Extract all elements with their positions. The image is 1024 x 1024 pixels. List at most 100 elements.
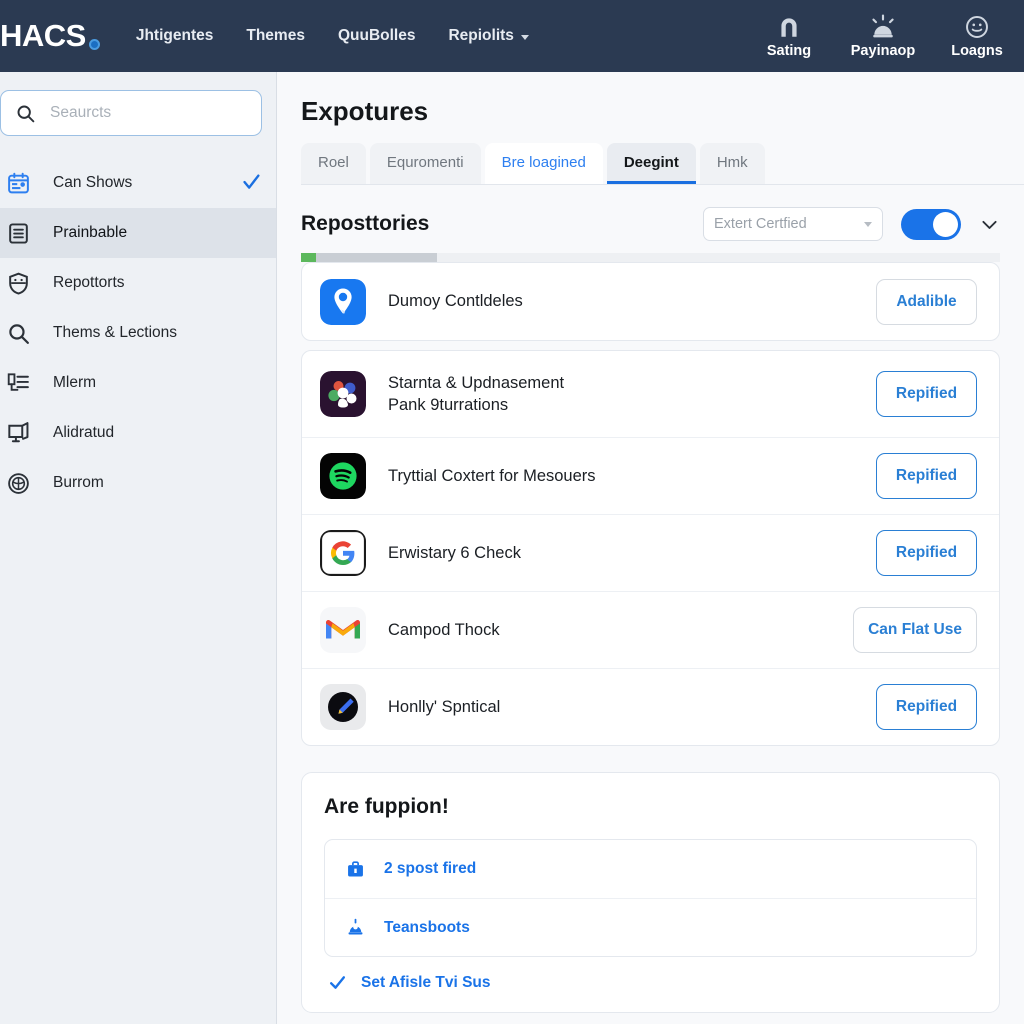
repository-action-button[interactable]: Can Flat Use	[853, 607, 977, 653]
toggle-knob	[933, 211, 958, 237]
sidebar-item-label: Prainbable	[53, 224, 128, 241]
repository-action-button[interactable]: Repified	[876, 530, 977, 576]
sidebar-item-label: Mlerm	[53, 374, 97, 391]
repository-row[interactable]: Erwistary 6 Check Repified	[302, 514, 999, 591]
bottom-panel-footer-label: Set Afisle Tvi Sus	[361, 973, 491, 991]
check-icon	[240, 172, 262, 194]
nav-link-label: Jhtigentes	[135, 27, 214, 44]
nav-link-label: Repiolits	[448, 27, 514, 44]
section-header: Reposttories Extert Certfied	[301, 207, 1024, 241]
sidebar-item-prainbable[interactable]: Prainbable	[0, 208, 276, 258]
tab-bre-loagined[interactable]: Bre loagined	[484, 143, 603, 184]
repository-row[interactable]: Dumoy Contldeles Adalible	[302, 263, 999, 340]
list-indent-icon	[4, 369, 32, 397]
repository-action-button[interactable]: Repified	[876, 684, 977, 730]
sidebar-search[interactable]	[0, 90, 262, 136]
sidebar-menu: Can Shows Prainbable Repottorts Thems & …	[0, 158, 276, 508]
bottom-panel: Are fuppion! 2 spost fired Teansboots Se…	[301, 772, 1000, 1013]
repository-row[interactable]: Honlly' Spntical Repified	[302, 668, 999, 745]
tab-deegint[interactable]: Deegint	[606, 143, 696, 184]
tab-hmk[interactable]: Hmk	[699, 143, 765, 184]
sidebar-item-alidratud[interactable]: Alidratud	[0, 408, 276, 458]
repository-action-button[interactable]: Repified	[876, 371, 977, 417]
repository-action-button[interactable]: Adalible	[876, 278, 977, 325]
certified-filter-select[interactable]: Extert Certfied	[703, 207, 883, 241]
progress-active-fill	[301, 253, 317, 262]
main-content: Expotures Roel Equromenti Bre loagined Deeg…	[277, 72, 1024, 1024]
bottom-panel-list: 2 spost fired Teansboots	[324, 839, 977, 957]
sidebar-item-mlerm[interactable]: Mlerm	[0, 358, 276, 408]
repository-name: Tryttial Coxtert for Mesouers	[388, 466, 596, 485]
bottom-panel-item-label: Teansboots	[384, 918, 470, 936]
smiley-circle-icon	[964, 13, 990, 41]
nav-action-payinaop[interactable]: Payinaop	[836, 13, 930, 59]
sidebar-item-burrom[interactable]: Burrom	[0, 458, 276, 508]
sidebar-item-repottorts[interactable]: Repottorts	[0, 258, 276, 308]
repository-name: Starnta & Updnasement Pank 9turrations	[388, 373, 565, 414]
nav-link-quubolles[interactable]: QuuBolles	[338, 27, 416, 45]
briefcase-icon	[345, 859, 366, 880]
repository-name: Erwistary 6 Check	[388, 543, 521, 562]
nav-link-label: Themes	[246, 27, 305, 44]
chevron-down-icon	[864, 221, 872, 227]
nav-action-loagns[interactable]: Loagns	[930, 13, 1024, 59]
document-lines-icon	[4, 219, 32, 247]
top-navigation-bar: HACS Jhtigentes Themes QuuBolles Repiolits …	[0, 0, 1024, 72]
gmail-icon	[320, 607, 366, 653]
repository-card: Dumoy Contldeles Adalible	[301, 262, 1000, 341]
repository-group: Starnta & Updnasement Pank 9turrations Rep…	[301, 350, 1000, 746]
google-g-icon	[320, 530, 366, 576]
sidebar-item-thems-lections[interactable]: Thems & Lections	[0, 308, 276, 358]
app-shell: Can Shows Prainbable Repottorts Thems & …	[0, 72, 1024, 1024]
nav-actions: Sating Payinaop Loagns	[742, 0, 1024, 72]
alarm-dome-icon	[870, 13, 896, 41]
sidebar-item-label: Burrom	[53, 474, 104, 491]
calendar-board-icon	[4, 169, 32, 197]
nav-link-repiolits[interactable]: Repiolits	[448, 27, 529, 45]
tab-roel[interactable]: Roel	[301, 143, 366, 184]
location-pin-icon	[320, 278, 366, 325]
tab-equromenti[interactable]: Equromenti	[369, 143, 481, 184]
lamp-icon	[345, 917, 366, 938]
nav-link-themes[interactable]: Themes	[246, 27, 305, 45]
chevron-down-icon	[520, 34, 529, 40]
bottom-panel-item-label: 2 spost fired	[384, 860, 477, 877]
repository-action-button[interactable]: Repified	[876, 453, 977, 499]
section-title: Reposttories	[301, 212, 430, 235]
bottom-panel-item[interactable]: 2 spost fired	[325, 840, 976, 898]
repository-name: Campod Thock	[388, 620, 500, 639]
nav-link-label: QuuBolles	[337, 27, 416, 44]
search-icon	[15, 103, 36, 124]
tab-bar: Roel Equromenti Bre loagined Deegint Hmk	[301, 143, 1024, 185]
bottom-panel-item[interactable]: Teansboots	[325, 898, 976, 956]
repository-row[interactable]: Starnta & Updnasement Pank 9turrations Rep…	[302, 351, 999, 437]
bottom-panel-footer-action[interactable]: Set Afisle Tvi Sus	[324, 973, 977, 992]
search-input[interactable]	[50, 104, 220, 122]
pen-dark-icon	[320, 684, 366, 730]
sidebar-item-label: Alidratud	[53, 424, 115, 441]
nav-links: Jhtigentes Themes QuuBolles Repiolits	[136, 27, 529, 45]
repository-row[interactable]: Tryttial Coxtert for Mesouers Repified	[302, 437, 999, 514]
repository-name: Honlly' Spntical	[388, 697, 501, 716]
sidebar-item-can-shows[interactable]: Can Shows	[0, 158, 276, 208]
nav-action-label: Payinaop	[850, 43, 916, 59]
brand-logo[interactable]: HACS	[0, 18, 100, 54]
sidebar: Can Shows Prainbable Repottorts Thems & …	[0, 72, 277, 1024]
chevron-down-icon[interactable]	[979, 214, 1000, 235]
progress-track-fill	[301, 253, 438, 262]
cluster-dots-icon	[320, 371, 366, 417]
sidebar-item-label: Thems & Lections	[53, 324, 178, 341]
arch-icon	[776, 13, 802, 41]
repository-row[interactable]: Campod Thock Can Flat Use	[302, 591, 999, 668]
spotify-icon	[320, 453, 366, 499]
search-icon	[4, 319, 32, 347]
check-icon	[328, 973, 347, 992]
section-toggle[interactable]	[901, 208, 961, 240]
nav-link-jhtigentes[interactable]: Jhtigentes	[136, 27, 214, 45]
nav-action-sating[interactable]: Sating	[742, 13, 836, 59]
loading-progress-bar	[301, 253, 1000, 262]
certified-filter-value: Extert Certfied	[714, 216, 807, 232]
brand-dot-icon	[88, 39, 100, 50]
shield-icon	[4, 269, 32, 297]
page-title: Expotures	[301, 96, 429, 126]
